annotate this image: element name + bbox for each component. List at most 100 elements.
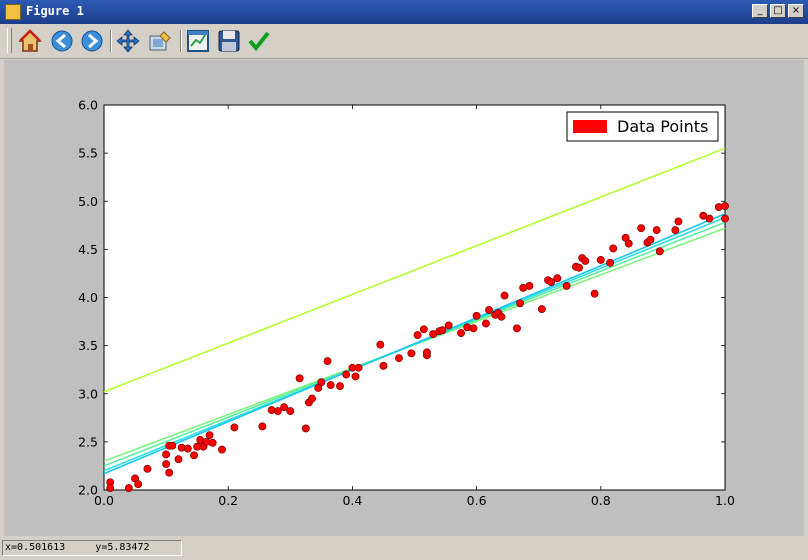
data-point [165, 468, 174, 477]
data-point [721, 214, 729, 223]
data-point [336, 382, 344, 390]
plot-svg[interactable]: 0.0 0.2 0.4 0.6 0.8 1.02.02.53.03.54.04.55.05… [4, 60, 804, 536]
data-point [174, 455, 183, 464]
data-point [596, 256, 605, 264]
arrow-right-icon [81, 30, 103, 52]
data-point [562, 281, 571, 290]
close-button[interactable]: × [788, 4, 804, 18]
pan-button[interactable] [115, 28, 141, 54]
data-point [295, 374, 304, 383]
data-point [230, 423, 239, 432]
save-button[interactable] [216, 28, 242, 54]
edit-button[interactable] [246, 28, 272, 54]
data-point [218, 445, 226, 454]
figure-canvas[interactable]: 0.0 0.2 0.4 0.6 0.8 1.0 2.0 2.5 3.0 3.5 4.0 4.5 5.0 5… [4, 60, 804, 536]
window-title: Figure 1 [26, 4, 84, 18]
toolbar-separator [110, 30, 112, 52]
data-point [342, 370, 351, 379]
y-tick-label: 3.5 [78, 338, 98, 353]
subplots-button[interactable] [185, 28, 211, 54]
data-point [444, 321, 453, 330]
y-tick-label: 2.5 [78, 434, 98, 449]
data-point [301, 424, 310, 433]
data-point [208, 438, 217, 447]
data-point [407, 349, 416, 358]
data-point [205, 431, 214, 440]
data-point [379, 361, 388, 370]
y-tick-label: 4.5 [78, 242, 98, 257]
data-point [124, 484, 133, 493]
y-tick-label: 4.0 [78, 290, 98, 305]
title-bar: Figure 1 _ □ × [0, 0, 808, 24]
data-point [354, 363, 363, 372]
y-tick-label: 6.0 [78, 98, 98, 113]
data-point [655, 247, 664, 256]
data-point [705, 214, 714, 223]
status-bar: x=0.501613 y=5.83472 [0, 538, 808, 560]
toolbar-grip[interactable] [7, 28, 12, 53]
data-point [500, 291, 509, 300]
data-point [652, 226, 661, 235]
data-point [674, 217, 683, 226]
app-icon [5, 4, 21, 20]
maximize-button[interactable]: □ [770, 4, 786, 18]
zoom-rect-icon [149, 31, 171, 51]
toolbar [0, 24, 808, 59]
legend: Data Points [566, 111, 719, 142]
x-tick-label: 0.4 [342, 493, 362, 508]
y-tick-label: 3.0 [78, 386, 98, 401]
data-point [537, 305, 546, 313]
data-point [457, 329, 466, 338]
back-button[interactable] [49, 28, 75, 54]
data-point [134, 480, 143, 489]
legend-swatch [573, 120, 607, 133]
data-point [326, 381, 335, 390]
data-point [637, 224, 646, 233]
data-point [419, 325, 428, 334]
data-point [106, 484, 115, 493]
x-tick-label: 0.6 [467, 493, 487, 508]
data-point [162, 450, 171, 459]
data-point [190, 451, 198, 460]
data-point [317, 378, 326, 387]
x-tick-label: 1.0 [715, 493, 735, 508]
checkmark-icon [248, 31, 270, 52]
data-point [485, 306, 493, 314]
arrow-left-icon [51, 30, 73, 52]
data-point [422, 348, 431, 357]
data-point [581, 256, 590, 265]
data-point [721, 202, 729, 211]
data-point [590, 289, 599, 298]
subplots-icon [187, 30, 209, 52]
floppy-icon [218, 30, 240, 52]
data-point [286, 407, 295, 416]
data-point [168, 441, 177, 450]
legend-label: Data Points [617, 117, 708, 136]
data-point [308, 394, 316, 403]
forward-button[interactable] [79, 28, 105, 54]
data-point [143, 464, 152, 473]
data-point [472, 311, 481, 320]
data-point [438, 326, 447, 335]
data-point [183, 444, 192, 453]
data-point [671, 226, 680, 235]
home-button[interactable] [17, 28, 43, 54]
home-icon [18, 29, 42, 52]
data-point [258, 422, 267, 431]
data-point [497, 312, 506, 321]
data-point [481, 319, 490, 328]
y-tick-label: 5.5 [78, 146, 98, 161]
x-tick-label: 0.8 [591, 493, 611, 508]
data-point [516, 299, 525, 308]
data-point [469, 324, 478, 333]
data-point [376, 340, 385, 349]
data-point [609, 244, 618, 253]
y-tick-label: 5.0 [78, 194, 98, 209]
data-point [413, 331, 422, 339]
minimize-button[interactable]: _ [752, 4, 768, 18]
toolbar-separator [180, 30, 182, 52]
data-point [525, 281, 534, 290]
data-point [351, 372, 360, 381]
zoom-button[interactable] [147, 28, 173, 54]
data-point [395, 354, 403, 363]
